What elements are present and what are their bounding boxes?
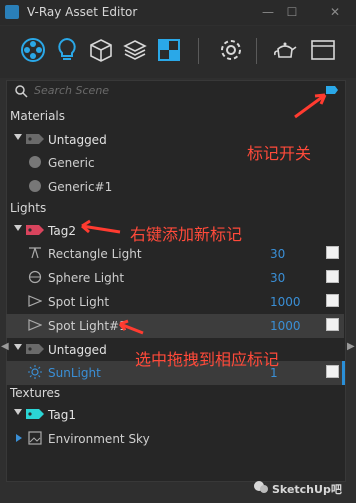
toolbar-separator	[256, 38, 257, 64]
tag-label: Untagged	[48, 133, 107, 147]
item-label: Environment Sky	[48, 432, 150, 446]
light-intensity-value[interactable]: 30	[270, 247, 285, 261]
search-icon	[15, 85, 28, 98]
tag-toggle-icon[interactable]	[326, 86, 338, 94]
render-teapot-icon[interactable]	[272, 37, 298, 63]
window-title: V-Ray Asset Editor	[27, 5, 138, 19]
spot-light-icon	[28, 319, 42, 331]
item-label: Spot Light#1	[48, 319, 127, 333]
minimize-button[interactable]: —	[259, 3, 277, 21]
light-intensity-value[interactable]: 1000	[270, 295, 301, 309]
section-lights: Lights	[10, 201, 47, 215]
tag-row-tag1[interactable]: Tag1	[6, 403, 344, 427]
expand-arrow-icon[interactable]	[14, 134, 22, 140]
spot-light-icon	[28, 295, 42, 307]
toolbar	[0, 26, 356, 78]
annotation-add-tag: 右键添加新标记	[130, 225, 243, 244]
expand-arrow-icon[interactable]	[14, 344, 22, 350]
list-item[interactable]: Generic#1	[6, 175, 344, 199]
item-label: Generic	[48, 156, 95, 170]
item-label: Sphere Light	[48, 271, 125, 285]
search-input[interactable]: Search Scene	[34, 84, 109, 97]
enable-checkbox[interactable]	[326, 270, 339, 283]
sphere-light-icon	[28, 270, 42, 284]
scrollbar-thumb[interactable]	[342, 361, 345, 385]
tag-icon	[26, 225, 44, 235]
item-label: SunLight	[48, 366, 101, 380]
geometry-icon[interactable]	[88, 37, 114, 63]
item-label: Spot Light	[48, 295, 110, 309]
tag-icon	[26, 344, 44, 354]
frame-buffer-icon[interactable]	[310, 37, 336, 63]
light-intensity-value[interactable]: 30	[270, 271, 285, 285]
title-bar: V-Ray Asset Editor — ☐ ✕	[0, 0, 356, 25]
wechat-icon	[254, 481, 268, 493]
enable-checkbox[interactable]	[326, 294, 339, 307]
list-item[interactable]: Sphere Light 30	[6, 266, 344, 290]
enable-checkbox[interactable]	[326, 246, 339, 259]
item-label: Generic#1	[48, 180, 113, 194]
tag-label: Tag1	[48, 408, 76, 422]
tag-label: Untagged	[48, 343, 107, 357]
list-item[interactable]: Spot Light 1000	[6, 290, 344, 314]
list-item[interactable]: Rectangle Light 30	[6, 242, 344, 266]
tag-icon	[26, 409, 44, 419]
close-button[interactable]: ✕	[326, 3, 344, 21]
left-panel-toggle-icon[interactable]: ◀	[1, 341, 9, 352]
texture-image-icon	[28, 431, 42, 445]
material-sphere-icon	[29, 156, 41, 168]
materials-icon[interactable]	[20, 37, 46, 63]
expand-arrow-icon[interactable]	[14, 225, 22, 231]
toolbar-separator	[198, 38, 199, 64]
rectangle-light-icon	[29, 247, 41, 259]
enable-checkbox[interactable]	[326, 318, 339, 331]
layers-icon[interactable]	[122, 37, 148, 63]
sun-light-icon	[28, 365, 42, 379]
light-intensity-value[interactable]: 1000	[270, 319, 301, 333]
enable-checkbox[interactable]	[326, 365, 339, 378]
settings-gear-icon[interactable]	[218, 37, 244, 63]
expand-arrow-icon[interactable]	[14, 409, 22, 415]
search-bar[interactable]: Search Scene	[6, 80, 344, 102]
right-panel-toggle-icon[interactable]: ▶	[347, 341, 355, 352]
section-textures: Textures	[10, 386, 61, 400]
maximize-button[interactable]: ☐	[283, 3, 301, 21]
textures-icon[interactable]	[156, 37, 182, 63]
watermark-text: SketchUp吧	[272, 483, 342, 496]
item-label: Rectangle Light	[48, 247, 142, 261]
section-materials: Materials	[10, 109, 66, 123]
vray-logo-icon	[5, 5, 19, 19]
annotation-tag-toggle: 标记开关	[247, 144, 312, 163]
list-item[interactable]: Spot Light#1 1000	[6, 314, 344, 338]
lights-icon[interactable]	[54, 37, 80, 63]
list-item[interactable]: Environment Sky	[6, 427, 344, 451]
annotation-drag: 选中拖拽到相应标记	[135, 350, 280, 369]
tag-label: Tag2	[48, 224, 76, 238]
tag-icon	[26, 134, 44, 144]
material-sphere-icon	[29, 180, 41, 192]
collapse-arrow-icon[interactable]	[16, 434, 22, 442]
